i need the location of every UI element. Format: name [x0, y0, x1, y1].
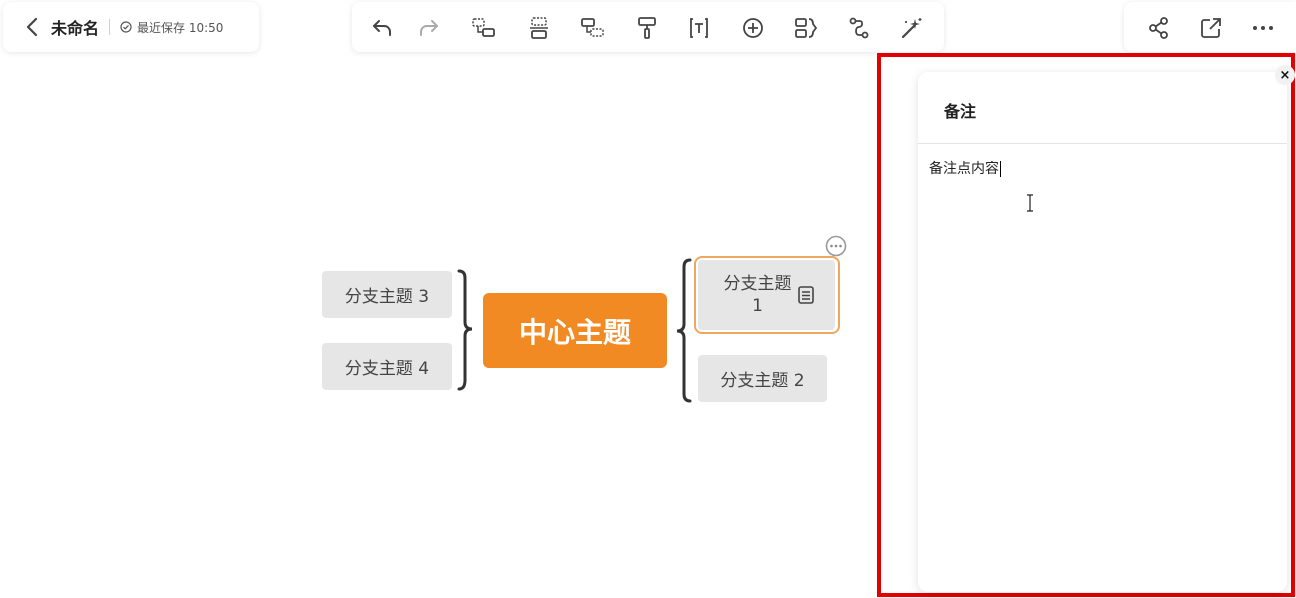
main-toolbar	[352, 2, 944, 52]
export-icon[interactable]	[1198, 15, 1224, 41]
branch-topic-4[interactable]: 分支主题 4	[322, 343, 452, 390]
notes-panel: 备注 备注点内容	[918, 72, 1287, 592]
save-status: 最近保存 10:50	[137, 20, 224, 35]
relationship-icon[interactable]	[846, 15, 872, 41]
note-editor[interactable]: 备注点内容	[929, 158, 1001, 178]
undo-icon[interactable]	[369, 15, 395, 41]
insert-sibling-icon[interactable]	[526, 15, 552, 41]
format-painter-icon[interactable]	[634, 15, 660, 41]
actions-bar	[1124, 2, 1296, 52]
title-bar: 未命名 最近保存 10:50	[3, 2, 259, 52]
central-topic[interactable]: 中心主题	[483, 293, 667, 368]
insert-text-icon[interactable]	[686, 15, 712, 41]
notes-panel-title: 备注	[944, 102, 977, 121]
note-content: 备注点内容	[929, 161, 999, 177]
back-arrow-icon[interactable]	[23, 17, 41, 37]
document-title[interactable]: 未命名	[51, 15, 99, 39]
comment-icon[interactable]	[824, 235, 848, 257]
text-cursor-icon	[1027, 194, 1033, 212]
redo-icon[interactable]	[416, 15, 442, 41]
title-separator	[109, 19, 111, 35]
insert-subtopic-icon[interactable]	[471, 15, 497, 41]
left-branch-connector	[457, 269, 473, 391]
summary-icon[interactable]	[793, 15, 819, 41]
branch-topic-1-label: 分支主题 1	[723, 274, 792, 316]
panel-divider	[918, 143, 1287, 144]
more-icon[interactable]	[1250, 15, 1276, 41]
insert-icon[interactable]	[740, 15, 766, 41]
branch-topic-1[interactable]: 分支主题 1	[698, 260, 835, 330]
insert-parent-icon[interactable]	[580, 15, 606, 41]
close-icon[interactable]: ×	[1275, 65, 1295, 85]
check-circle-icon	[120, 21, 132, 33]
magic-wand-icon[interactable]	[899, 15, 925, 41]
branch-topic-2[interactable]: 分支主题 2	[698, 355, 827, 402]
text-caret	[1000, 161, 1001, 177]
branch-topic-3[interactable]: 分支主题 3	[322, 271, 452, 318]
note-icon[interactable]	[797, 285, 815, 305]
share-icon[interactable]	[1146, 15, 1172, 41]
right-branch-connector	[676, 258, 692, 403]
